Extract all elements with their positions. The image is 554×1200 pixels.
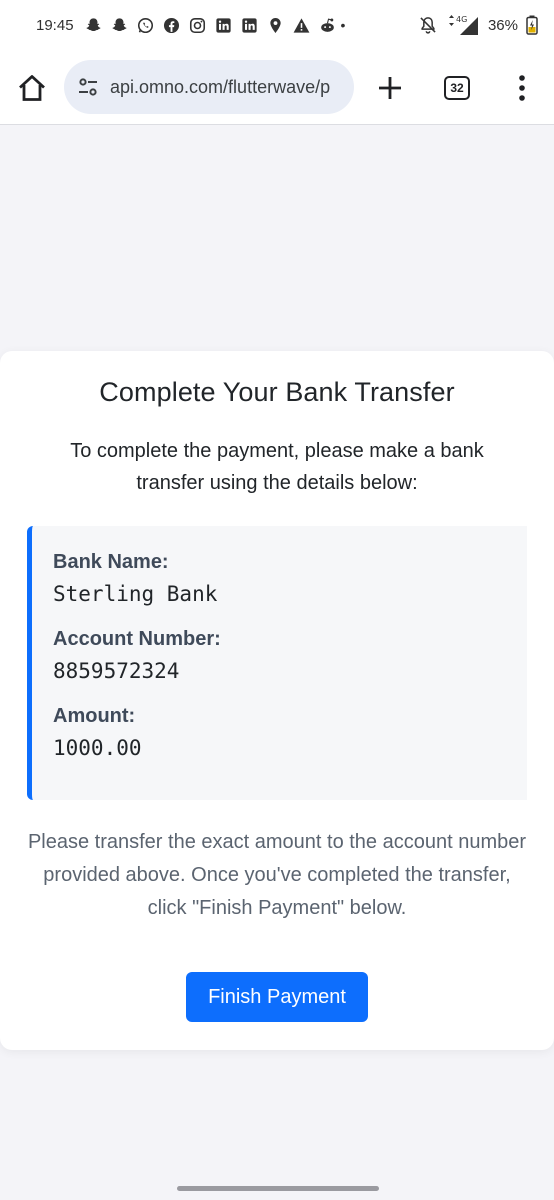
status-time: 19:45: [36, 16, 74, 34]
intro-text: To complete the payment, please make a b…: [70, 440, 484, 494]
plus-icon: [379, 77, 401, 99]
url-text[interactable]: api.omno.com/flutterwave/p: [110, 77, 330, 98]
status-bar: 19:45 • 4G 36%: [0, 0, 554, 50]
facebook-icon: [162, 16, 181, 35]
whatsapp-icon: [136, 16, 155, 35]
signal-icon: 4G: [446, 14, 480, 36]
tab-switcher-button[interactable]: 32: [444, 76, 470, 100]
network-type-label: 4G: [456, 15, 467, 24]
system-status-icons: 4G 36%: [418, 14, 538, 36]
account-number-label: Account Number:: [53, 628, 221, 650]
amount-label: Amount:: [53, 705, 136, 727]
home-button[interactable]: [16, 72, 48, 104]
linkedin-icon: [214, 16, 233, 35]
reddit-icon: [318, 16, 337, 35]
location-pin-icon: [266, 16, 285, 35]
instruction-note: Please transfer the exact amount to the …: [27, 831, 527, 919]
mute-bell-icon: [418, 15, 438, 35]
warning-icon: [292, 16, 311, 35]
more-notifications-dot: •: [340, 17, 346, 33]
site-settings-icon[interactable]: [76, 75, 100, 99]
instagram-icon: [188, 16, 207, 35]
amount-value: 1000.00: [53, 736, 142, 760]
browser-toolbar: api.omno.com/flutterwave/p 32: [0, 50, 554, 125]
linkedin-icon: [240, 16, 259, 35]
page-title: Complete Your Bank Transfer: [99, 377, 455, 407]
finish-payment-button[interactable]: Finish Payment: [186, 972, 368, 1022]
home-icon: [19, 75, 45, 101]
address-bar[interactable]: api.omno.com/flutterwave/p: [64, 60, 354, 114]
account-number-value: 8859572324: [53, 659, 180, 683]
bank-details-box: Bank Name: Sterling Bank Account Number:…: [27, 526, 527, 800]
notification-icons: [84, 16, 337, 35]
bank-name-label: Bank Name:: [53, 551, 169, 573]
gesture-navigation-bar[interactable]: [177, 1186, 379, 1191]
battery-charging-icon: [526, 15, 538, 35]
snapchat-icon: [110, 16, 129, 35]
snapchat-icon: [84, 16, 103, 35]
bank-transfer-card: Complete Your Bank Transfer To complete …: [0, 351, 554, 1050]
battery-percent: 36%: [487, 16, 518, 34]
new-tab-button[interactable]: [374, 72, 406, 104]
kebab-menu-icon: [519, 75, 525, 101]
more-options-button[interactable]: [508, 72, 536, 104]
bank-name-value: Sterling Bank: [53, 582, 218, 606]
